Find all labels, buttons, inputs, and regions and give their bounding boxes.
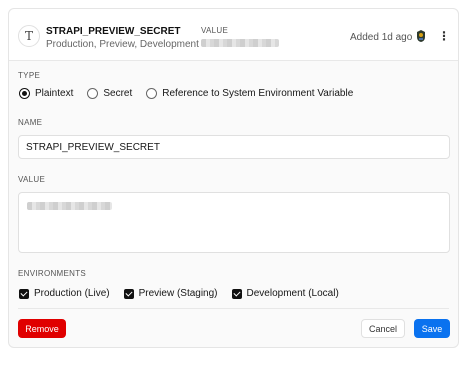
cancel-button[interactable]: Cancel [361,319,405,338]
env-checkbox-production[interactable]: Production (Live) [19,288,110,299]
header-value-label: VALUE [201,26,229,35]
added-timestamp: Added 1d ago [350,32,413,43]
name-input[interactable]: STRAPI_PREVIEW_SECRET [18,135,450,159]
environments-label: ENVIRONMENTS [18,269,87,278]
footer-divider [18,308,449,309]
type-option-plaintext[interactable]: Plaintext [19,88,73,99]
checkbox-label: Preview (Staging) [138,288,218,299]
env-checkbox-development[interactable]: Development (Local) [231,288,339,299]
type-label: TYPE [18,71,41,80]
remove-button[interactable]: Remove [18,319,66,338]
env-var-card: T STRAPI_PREVIEW_SECRET Production, Prev… [8,8,459,348]
name-label: NAME [18,118,43,127]
masked-value-input [27,202,112,210]
environments-checkbox-group: Production (Live) Preview (Staging) Deve… [19,288,353,299]
checkbox-checked-icon [19,288,29,299]
value-textarea[interactable] [18,192,450,253]
radio-label: Plaintext [35,88,74,99]
checkbox-checked-icon [123,288,134,299]
env-var-header: T STRAPI_PREVIEW_SECRET Production, Prev… [9,9,458,61]
type-option-secret[interactable]: Secret [87,88,132,99]
env-checkbox-preview[interactable]: Preview (Staging) [123,288,218,299]
text-type-icon: T [18,25,40,47]
radio-selected-icon [19,88,30,99]
env-var-environments: Production, Preview, Development [46,39,199,50]
radio-label: Reference to System Environment Variable [162,88,354,99]
checkbox-label: Development (Local) [246,288,339,299]
radio-icon [87,88,99,99]
env-var-key: STRAPI_PREVIEW_SECRET [46,26,181,37]
value-label: VALUE [18,175,46,184]
radio-icon [146,88,158,99]
checkbox-label: Production (Live) [34,288,110,299]
more-options-icon[interactable]: ⋮ [438,29,450,43]
radio-label: Secret [103,88,133,99]
masked-value [201,39,279,47]
user-avatar-icon [417,30,425,42]
checkbox-checked-icon [231,288,242,299]
save-button[interactable]: Save [414,319,450,338]
type-radio-group: Plaintext Secret Reference to System Env… [19,88,367,99]
type-option-reference[interactable]: Reference to System Environment Variable [146,88,353,99]
